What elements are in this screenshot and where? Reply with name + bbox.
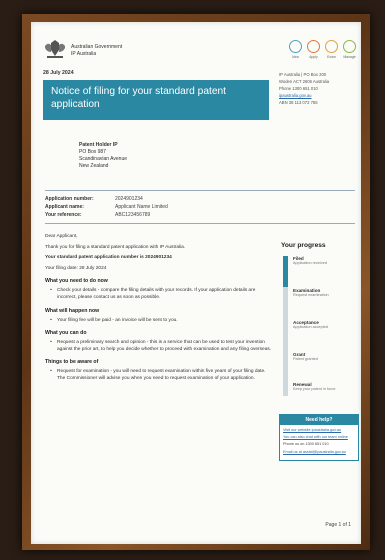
section-heading: Things to be aware of xyxy=(45,359,99,366)
bullet-icon: • xyxy=(50,340,52,346)
help-link[interactable]: You can also chat with our team online xyxy=(283,435,355,440)
stage-label: Exam xyxy=(327,55,336,59)
step-desc: Patent granted xyxy=(293,357,318,361)
list-item: • Your filing fee will be paid - an invo… xyxy=(45,318,273,325)
letter-body: Dear Applicant, Thank you for filing a s… xyxy=(45,234,273,386)
progress-step: Grant Patent granted xyxy=(293,352,357,362)
list-item: • Check your details - compare the filin… xyxy=(45,288,273,301)
help-body: Visit our website ipaustralia.gov.au You… xyxy=(280,425,358,460)
progress-title: Your progress xyxy=(281,242,326,249)
reference-value: Applicant Name Limited xyxy=(115,204,168,210)
list-item: • Request for examination - you will nee… xyxy=(45,369,273,382)
stage-circle-exam xyxy=(325,40,338,53)
address-line: New Zealand xyxy=(79,163,109,169)
section-heading: What will happen now xyxy=(45,307,100,314)
coat-of-arms-icon xyxy=(45,40,65,58)
help-link[interactable]: Visit our website ipaustralia.gov.au xyxy=(283,428,355,433)
list-item-text: Request a preliminary search and opinion… xyxy=(57,340,272,352)
help-link[interactable]: Email us at assist@ipaustralia.gov.au xyxy=(283,450,355,455)
reference-key: Your reference: xyxy=(45,212,82,218)
document-page: Australian Government IP Australia 28 Ju… xyxy=(31,22,361,544)
stage-circles: Idea Apply Exam Manage xyxy=(289,40,359,64)
greeting: Dear Applicant, xyxy=(45,234,78,239)
intro-text: Thank you for filing a standard patent a… xyxy=(45,244,186,250)
progress-step: Filed Application received xyxy=(293,256,357,266)
agency-name: IP Australia xyxy=(71,51,97,57)
contact-line: Phone 1300 651 010 xyxy=(279,86,318,92)
help-line: Phone us on 1300 651 010 xyxy=(283,442,329,447)
stage-label: Apply xyxy=(309,55,318,59)
reference-value: ABC123456789 xyxy=(115,212,151,218)
government-logo: Australian Government IP Australia xyxy=(43,38,153,74)
help-box: Need help? Visit our website ipaustralia… xyxy=(279,414,359,461)
reference-value: 2024901234 xyxy=(115,196,143,202)
progress-track xyxy=(283,256,288,396)
recipient-address: Patent Holder IP PO Box 987 Scandinavian… xyxy=(79,142,219,170)
step-desc: Application accepted xyxy=(293,325,329,329)
website-link[interactable]: ipaustralia.gov.au xyxy=(279,93,359,99)
step-desc: Application received xyxy=(293,261,327,265)
document-date: 28 July 2024 xyxy=(43,70,74,76)
progress-fill xyxy=(283,256,288,287)
reference-key: Applicant name: xyxy=(45,204,84,210)
reference-row: Your reference: ABC123456789 xyxy=(45,211,355,219)
stage-label: Manage xyxy=(343,55,356,59)
reference-key: Application number: xyxy=(45,196,94,202)
page-number: Page 1 of 1 xyxy=(325,522,351,528)
bullet-icon: • xyxy=(50,369,52,375)
recipient-name: Patent Holder IP xyxy=(79,142,118,148)
filing-date-line: Your filing date: 28 July 2024 xyxy=(45,265,107,271)
stage-circle-idea xyxy=(289,40,302,53)
progress-step: Renewal Keep your patent in force xyxy=(293,382,357,392)
contact-line: ABN 38 113 072 755 xyxy=(279,100,318,106)
title-banner: Notice of filing for your standard paten… xyxy=(43,80,269,120)
address-line: Scandinavian Avenue xyxy=(79,156,128,162)
reference-row: Applicant name: Applicant Name Limited xyxy=(45,203,355,211)
help-title: Need help? xyxy=(280,415,358,425)
bullet-icon: • xyxy=(50,288,52,294)
stage-circle-apply xyxy=(307,40,320,53)
list-item-text: Request for examination - you will need … xyxy=(57,369,266,381)
stage-circle-manage xyxy=(343,40,356,53)
government-name: Australian Government xyxy=(71,44,123,50)
section-heading: What you need to do now xyxy=(45,278,108,285)
reference-table: Application number: 2024901234 Applicant… xyxy=(45,190,355,224)
list-item: • Request a preliminary search and opini… xyxy=(45,340,273,353)
progress-step: Examination Request examination xyxy=(293,288,357,298)
contact-line: IP Australia | PO Box 200 xyxy=(279,72,327,77)
address-line: PO Box 987 xyxy=(79,149,106,155)
section-heading: What you can do xyxy=(45,330,87,337)
bullet-icon: • xyxy=(50,317,52,323)
progress-step: Acceptance Application accepted xyxy=(293,320,357,330)
reference-row: Application number: 2024901234 xyxy=(45,195,355,203)
step-desc: Keep your patent in force xyxy=(293,387,336,391)
list-item-text: Your filing fee will be paid - an invoic… xyxy=(57,317,178,323)
stage-label: Idea xyxy=(292,55,299,59)
contact-details: IP Australia | PO Box 200 Woden ACT 2606… xyxy=(279,72,359,107)
progress-panel: Your progress Filed Application received… xyxy=(281,242,359,396)
application-number-line: Your standard patent application number … xyxy=(45,255,172,261)
step-desc: Request examination xyxy=(293,293,329,297)
list-item-text: Check your details - compare the filing … xyxy=(57,288,256,300)
contact-line: Woden ACT 2606 Australia xyxy=(279,79,330,85)
